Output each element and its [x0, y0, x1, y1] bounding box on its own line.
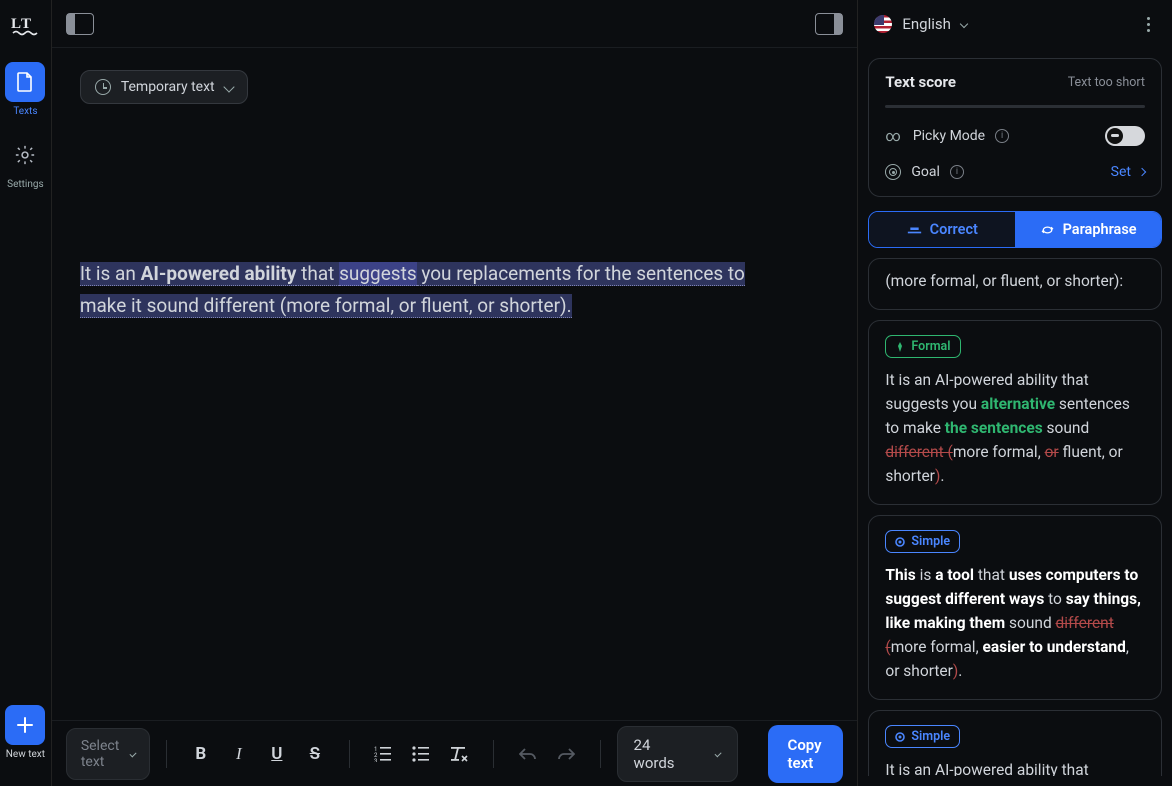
text-highlight: suggests [339, 262, 417, 286]
simple-icon [895, 732, 905, 742]
text-span: sound different (more formal, or fluent,… [147, 294, 572, 318]
info-icon[interactable]: i [995, 129, 1009, 143]
clear-format-button[interactable] [441, 736, 477, 772]
language-label: English [902, 15, 951, 33]
word-count-selector[interactable]: 24 words [617, 726, 738, 782]
strikethrough-button[interactable]: S [297, 736, 333, 772]
text-span: AI-powered ability [141, 262, 297, 286]
text-span: that [296, 262, 339, 286]
chevron-down-icon [715, 750, 722, 757]
style-selector-label: Select text [81, 738, 121, 770]
text-span: It is an [80, 262, 141, 286]
badge-formal: Formal [885, 335, 960, 358]
correct-icon [907, 225, 922, 235]
svg-text:T: T [21, 16, 31, 32]
editor-topbar [52, 0, 858, 48]
copy-text-button[interactable]: Copy text [768, 725, 844, 783]
divider [493, 740, 494, 768]
badge-simple: Simple [885, 530, 960, 553]
unordered-list-button[interactable] [403, 736, 439, 772]
info-icon[interactable]: i [950, 165, 964, 179]
target-icon [885, 164, 901, 180]
score-title: Text score [885, 73, 956, 91]
editor-area[interactable]: Temporary text It is an AI-powered abili… [52, 48, 858, 720]
toggle-right-panel-icon[interactable] [815, 13, 843, 35]
document-icon [5, 62, 45, 102]
nav-texts[interactable]: Texts [5, 62, 45, 117]
editor-content[interactable]: It is an AI-powered ability that suggest… [80, 258, 780, 323]
paraphrase-card-formal[interactable]: Formal It is an AI-powered ability that … [868, 320, 1162, 505]
language-selector[interactable]: English [874, 15, 967, 33]
divider [166, 740, 167, 768]
card-text: (more formal, or fluent, or shorter): [885, 272, 1123, 290]
plus-icon [5, 705, 45, 745]
tab-correct[interactable]: Correct [869, 212, 1015, 247]
more-menu-button[interactable] [1141, 11, 1156, 38]
word-count-label: 24 words [634, 736, 677, 772]
score-bar [885, 105, 1145, 108]
set-label: Set [1111, 164, 1131, 180]
score-card: Text score Text too short ∞ Picky Mode i… [868, 58, 1162, 197]
paraphrase-card-simple[interactable]: Simple It is an AI-powered ability that … [868, 710, 1162, 776]
chevron-right-icon [1138, 168, 1146, 176]
refresh-icon [1040, 225, 1055, 235]
formal-icon [895, 342, 905, 352]
document-title: Temporary text [121, 79, 215, 95]
score-note: Text too short [1068, 75, 1145, 90]
nav-texts-label: Texts [13, 106, 37, 117]
card-text: It is an AI-powered ability that suggest… [885, 758, 1145, 776]
divider [600, 740, 601, 768]
paraphrase-card-simple[interactable]: Simple This is a tool that uses computer… [868, 515, 1162, 700]
toggle-left-panel-icon[interactable] [66, 13, 94, 35]
clock-icon [95, 79, 111, 95]
svg-text:3: 3 [374, 758, 377, 762]
chevron-down-icon [223, 81, 234, 92]
picky-label: Picky Mode [913, 128, 985, 144]
editor-pane: Temporary text It is an AI-powered abili… [52, 0, 859, 786]
sidebar-top: English [868, 0, 1162, 48]
nav-settings-label: Settings [7, 179, 44, 190]
simple-icon [895, 537, 905, 547]
goal-label: Goal [911, 164, 940, 180]
underline-button[interactable]: U [259, 736, 295, 772]
gear-icon [5, 135, 45, 175]
app-logo: L T [10, 10, 40, 40]
nav-settings[interactable]: Settings [5, 135, 45, 190]
card-text: It is an AI-powered ability that suggest… [885, 368, 1145, 488]
style-selector[interactable]: Select text [66, 728, 150, 780]
undo-button[interactable] [510, 736, 546, 772]
card-text: This is a tool that uses computers to su… [885, 563, 1145, 683]
redo-button[interactable] [548, 736, 584, 772]
format-toolbar: Select text B I U S 123 [52, 720, 858, 786]
set-goal-button[interactable]: Set [1111, 164, 1145, 180]
new-text-label: New text [6, 749, 45, 760]
document-title-chip[interactable]: Temporary text [80, 70, 248, 104]
left-nav: L T Texts Settings New text [0, 0, 52, 786]
divider [349, 740, 350, 768]
ordered-list-button[interactable]: 123 [365, 736, 401, 772]
svg-text:L: L [11, 16, 21, 32]
picky-toggle[interactable] [1105, 126, 1145, 146]
italic-button[interactable]: I [221, 736, 257, 772]
new-text-button[interactable]: New text [5, 705, 45, 760]
sidebar: English Text score Text too short ∞ Pick… [858, 0, 1172, 786]
tab-paraphrase[interactable]: Paraphrase [1015, 212, 1161, 247]
glasses-icon: ∞ [885, 127, 902, 145]
flag-us-icon [874, 15, 892, 33]
bold-button[interactable]: B [183, 736, 219, 772]
paraphrase-cards: (more formal, or fluent, or shorter): Fo… [868, 258, 1162, 776]
chevron-down-icon [960, 20, 968, 28]
mode-tabs: Correct Paraphrase [868, 211, 1162, 248]
paraphrase-card[interactable]: (more formal, or fluent, or shorter): [868, 258, 1162, 310]
badge-simple: Simple [885, 725, 960, 748]
chevron-down-icon [130, 750, 137, 757]
